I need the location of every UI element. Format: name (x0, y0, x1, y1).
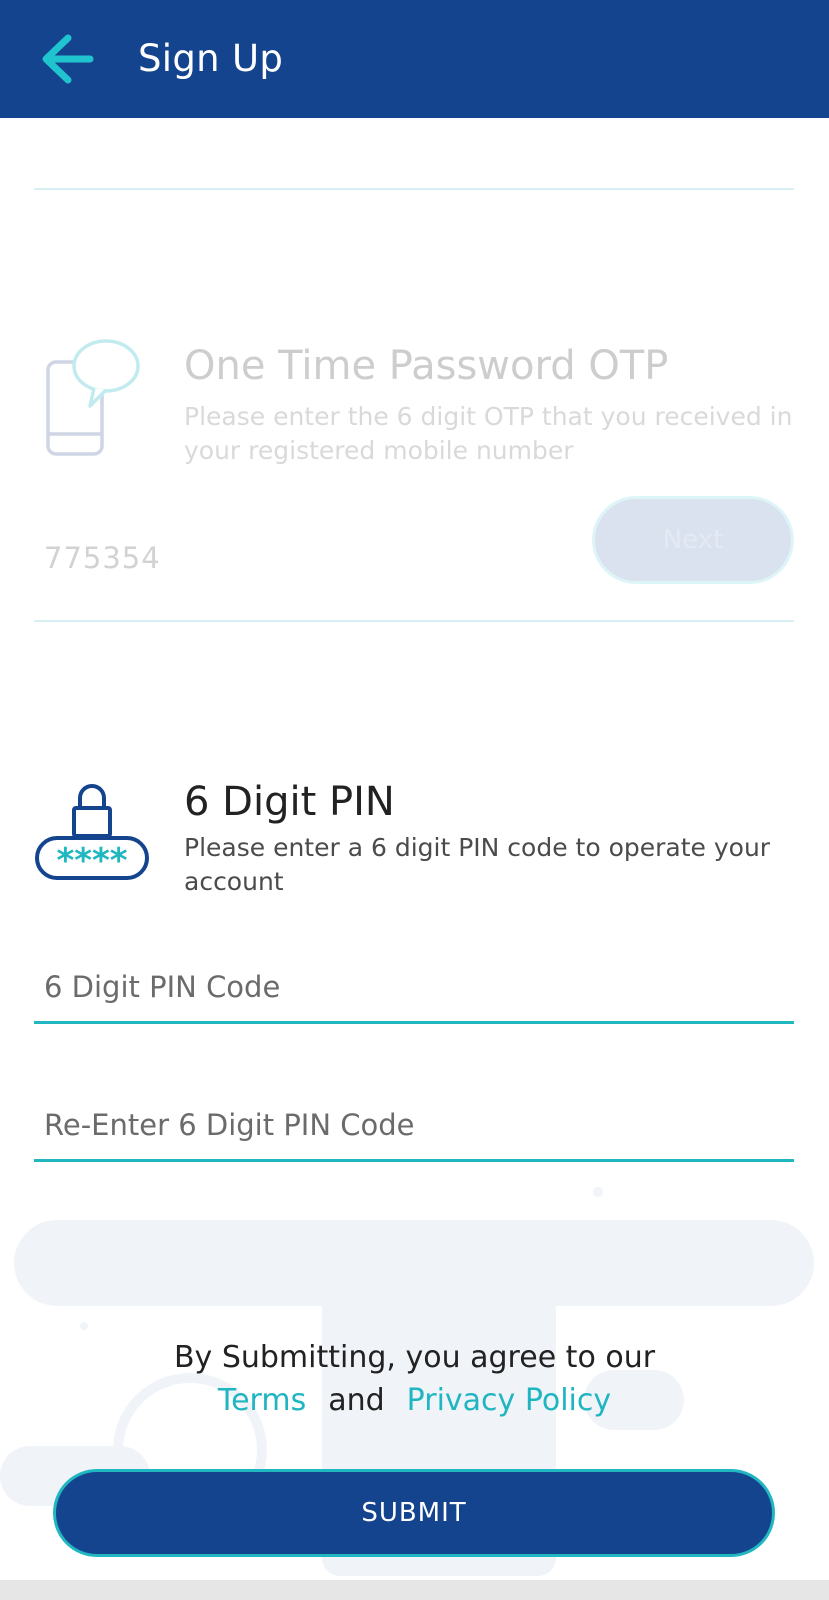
pin-code-field[interactable]: 6 Digit PIN Code (34, 958, 794, 1024)
next-button[interactable]: Next (592, 496, 794, 584)
and-text: and (328, 1383, 385, 1418)
otp-divider (34, 620, 794, 622)
arrow-left-icon (42, 34, 94, 84)
pin-code-placeholder: 6 Digit PIN Code (44, 970, 281, 1004)
otp-description: Please enter the 6 digit OTP that you re… (184, 402, 793, 465)
reenter-pin-code-placeholder: Re-Enter 6 Digit PIN Code (44, 1108, 415, 1142)
agreement-text: By Submitting, you agree to our (173, 1340, 656, 1375)
phone-chat-icon (46, 339, 140, 456)
back-button[interactable] (38, 30, 100, 88)
pin-title: 6 Digit PIN (184, 779, 395, 825)
otp-input[interactable]: 775354 (44, 541, 161, 575)
page-title: Sign Up (138, 37, 284, 80)
terms-link[interactable]: Terms (218, 1383, 306, 1418)
pin-icon-stars: **** (56, 841, 127, 881)
bottom-strip (0, 1580, 829, 1600)
lock-pin-icon: **** (35, 784, 149, 881)
pin-description: Please enter a 6 digit PIN code to opera… (184, 833, 771, 896)
otp-title: One Time Password OTP (184, 343, 669, 389)
reenter-pin-code-field[interactable]: Re-Enter 6 Digit PIN Code (34, 1096, 794, 1162)
top-divider (34, 188, 794, 190)
sign-up-screen: Sign Up One Time Password OTP Please ent… (0, 0, 829, 1600)
privacy-policy-link[interactable]: Privacy Policy (407, 1383, 611, 1418)
app-bar: Sign Up (0, 0, 829, 118)
submit-button[interactable]: SUBMIT (53, 1469, 775, 1557)
agreement-links: Terms and Privacy Policy (0, 1383, 829, 1418)
